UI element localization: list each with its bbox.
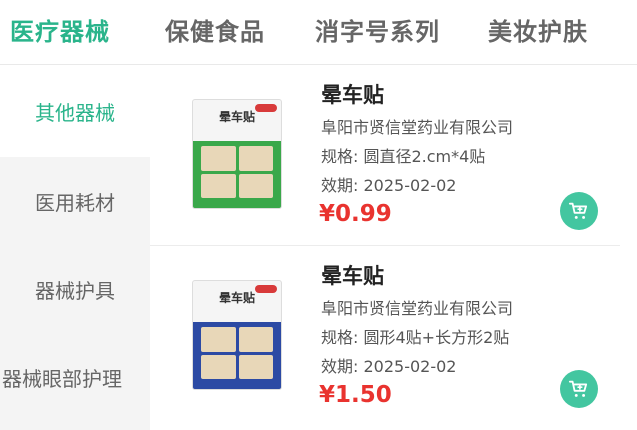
- product-image[interactable]: 晕车贴: [192, 99, 282, 209]
- product-image-title: 晕车贴: [218, 291, 255, 305]
- product-name: 晕车贴: [321, 83, 384, 107]
- add-to-cart-button[interactable]: [560, 370, 598, 408]
- product-list: 晕车贴 晕车贴 阜阳市贤信堂药业有限公司 规格: 圆直径2.cm*4贴 效期: …: [150, 65, 637, 430]
- product-company: 阜阳市贤信堂药业有限公司: [321, 118, 514, 137]
- product-name: 晕车贴: [321, 264, 384, 288]
- product-spec: 规格: 圆直径2.cm*4贴: [321, 147, 486, 166]
- category-tabs: 医疗器械 保健食品 消字号系列 美妆护肤: [0, 0, 637, 65]
- product-image-title: 晕车贴: [218, 110, 255, 124]
- tab-medical-devices[interactable]: 医疗器械: [10, 12, 110, 47]
- tab-health-food[interactable]: 保健食品: [165, 12, 265, 47]
- subcategory-sidebar: 其他器械 医用耗材 器械护具 器械眼部护理: [0, 65, 150, 430]
- cart-plus-icon: [568, 380, 588, 397]
- tab-beauty-skincare[interactable]: 美妆护肤: [488, 12, 588, 47]
- sidebar-item-other-devices[interactable]: 其他器械: [0, 65, 150, 157]
- product-image[interactable]: 晕车贴: [192, 280, 282, 390]
- product-card[interactable]: 晕车贴 晕车贴 阜阳市贤信堂药业有限公司 规格: 圆形4贴+长方形2贴 效期: …: [150, 246, 620, 426]
- product-image-illustration: [201, 146, 273, 198]
- tab-disinfection-series[interactable]: 消字号系列: [315, 12, 440, 47]
- product-price: ¥0.99: [319, 201, 392, 227]
- sidebar-item-medical-consumables[interactable]: 医用耗材: [0, 157, 150, 245]
- product-expiry: 效期: 2025-02-02: [321, 357, 457, 376]
- sidebar-item-protective-gear[interactable]: 器械护具: [0, 245, 150, 333]
- product-price: ¥1.50: [319, 382, 392, 408]
- sidebar-item-eye-care[interactable]: 器械眼部护理: [0, 333, 150, 421]
- cart-plus-icon: [568, 202, 588, 219]
- product-image-illustration: [201, 327, 273, 379]
- product-expiry: 效期: 2025-02-02: [321, 176, 457, 195]
- product-spec: 规格: 圆形4贴+长方形2贴: [321, 328, 510, 347]
- add-to-cart-button[interactable]: [560, 192, 598, 230]
- product-card[interactable]: 晕车贴 晕车贴 阜阳市贤信堂药业有限公司 规格: 圆直径2.cm*4贴 效期: …: [150, 65, 620, 246]
- product-company: 阜阳市贤信堂药业有限公司: [321, 299, 514, 318]
